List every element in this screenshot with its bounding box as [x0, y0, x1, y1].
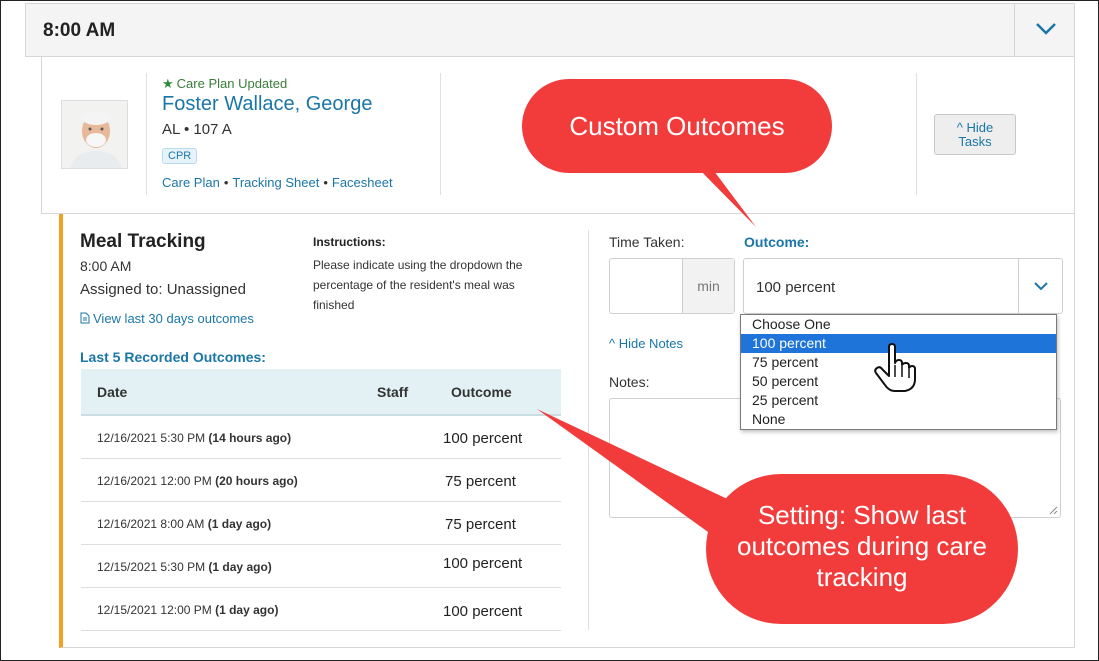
option-25-percent[interactable]: 25 percent: [741, 391, 1056, 410]
option-none[interactable]: None: [741, 410, 1056, 429]
callout-custom-outcomes: Custom Outcomes: [569, 111, 785, 141]
callout-setting-show-last: Setting: Show last outcomes during care …: [736, 500, 988, 592]
window-frame: 8:00 AM ★ Care Plan Updated Foster Wallac…: [0, 0, 1099, 661]
option-choose-one[interactable]: Choose One: [741, 315, 1056, 334]
hand-pointer-icon: [874, 343, 916, 392]
